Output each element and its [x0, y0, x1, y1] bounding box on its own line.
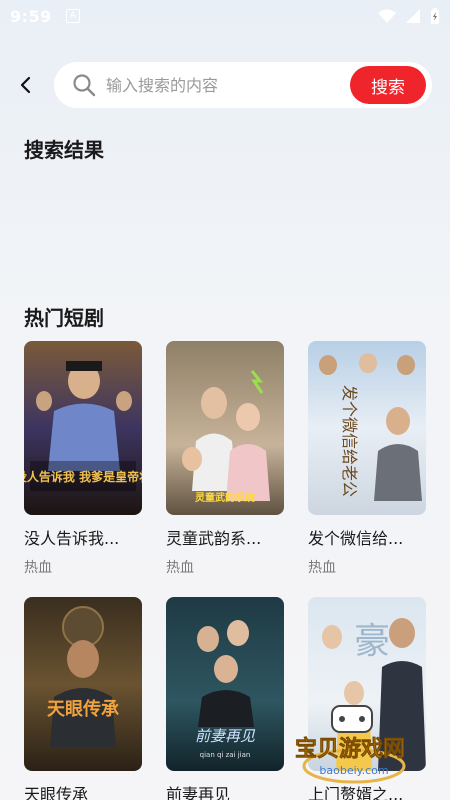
drama-poster: 前妻再见 qian qi zai jian [166, 597, 284, 771]
search-icon [73, 74, 96, 97]
poster-text: 没人告诉我 我爹是皇帝将 [24, 469, 142, 484]
back-button[interactable] [10, 70, 40, 100]
chevron-left-icon [20, 76, 31, 94]
drama-tag: 热血 [166, 560, 194, 576]
poster-text: 发个微信给老公 [340, 385, 359, 497]
drama-tag: 热血 [308, 560, 336, 576]
drama-title: 发个微信给... [308, 529, 404, 548]
poster-subtext: qian qi zai jian [200, 751, 251, 759]
drama-poster: 发个微信给老公 [308, 341, 426, 515]
status-icons [378, 8, 440, 24]
battery-icon [431, 8, 439, 24]
signal-icon [406, 9, 420, 23]
drama-title: 没人告诉我... [24, 529, 120, 548]
search-input[interactable] [106, 75, 336, 95]
drama-title: 天眼传承 [24, 785, 89, 800]
status-time: 9:59 [10, 6, 52, 26]
poster-text: 豪 [354, 621, 390, 662]
drama-poster: 灵童武韵系统 [166, 341, 284, 515]
drama-title: 前妻再见 [166, 785, 231, 800]
status-bar: 9:59 A [0, 0, 450, 32]
search-bar: 搜索 [0, 62, 450, 108]
drama-card[interactable]: 发个微信给老公 发个微信给... 热血 [308, 341, 426, 577]
drama-poster: 天眼传承 [24, 597, 142, 771]
drama-poster: 没人告诉我 我爹是皇帝将 [24, 341, 142, 515]
drama-tag: 热血 [24, 560, 52, 576]
drama-grid: 没人告诉我 我爹是皇帝将 没人告诉我... 热血 灵童武韵系统 灵童武韵系...… [24, 341, 426, 800]
search-results-title: 搜索结果 [24, 138, 104, 162]
drama-card[interactable]: 没人告诉我 我爹是皇帝将 没人告诉我... 热血 [24, 341, 142, 577]
drama-title: 上门赘婿之... [308, 785, 404, 800]
wifi-icon [378, 9, 396, 23]
search-box: 搜索 [54, 62, 432, 108]
hot-dramas-title: 热门短剧 [24, 306, 104, 330]
drama-card[interactable]: 豪 上门赘婿之... [308, 597, 426, 800]
drama-card[interactable]: 前妻再见 qian qi zai jian 前妻再见 [166, 597, 284, 800]
drama-poster: 豪 [308, 597, 426, 771]
poster-text: 天眼传承 [47, 698, 120, 720]
drama-card[interactable]: 灵童武韵系统 灵童武韵系... 热血 [166, 341, 284, 577]
search-button[interactable]: 搜索 [350, 66, 426, 104]
notification-a-icon: A [65, 9, 80, 23]
drama-card[interactable]: 天眼传承 天眼传承 [24, 597, 142, 800]
poster-text: 前妻再见 [195, 727, 256, 745]
poster-text: 灵童武韵系统 [195, 491, 255, 504]
drama-title: 灵童武韵系... [166, 529, 262, 548]
